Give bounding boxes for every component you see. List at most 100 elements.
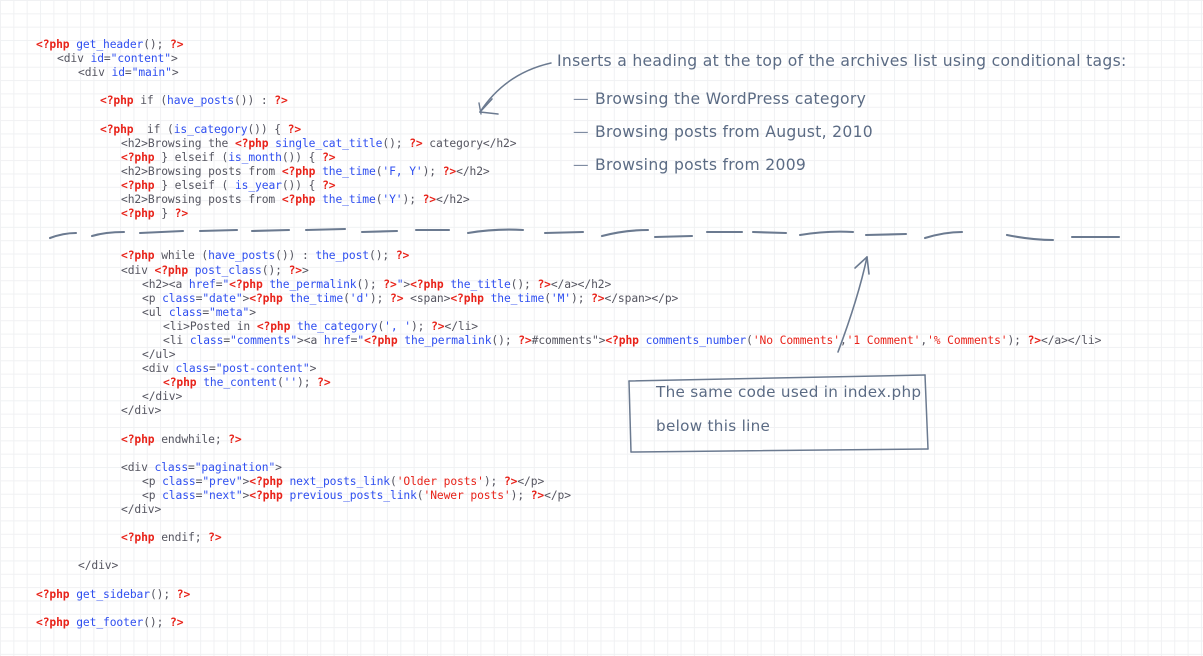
code-token: </p> <box>544 489 571 502</box>
code-token: <?php <box>234 136 269 150</box>
code-token: ><a <box>297 333 324 347</box>
code-token: (); <box>510 277 538 291</box>
code-token: class <box>189 333 224 347</box>
code-token: </h2> <box>436 193 470 207</box>
code-line: <?php while (have_posts()) : the_post();… <box>36 249 1101 263</box>
code-token: while ( <box>154 249 209 263</box>
code-token: ?> <box>395 249 410 263</box>
code-token: id <box>90 52 105 66</box>
code-token: ?> <box>287 122 302 136</box>
code-token: class <box>162 291 196 305</box>
code-token: href <box>188 277 216 291</box>
code-token: '' <box>283 376 298 390</box>
code-line: <p class="date"><?php the_time('d'); ?> … <box>36 292 1101 306</box>
code-token: <?php <box>121 531 155 545</box>
code-token: ?> <box>1027 333 1042 347</box>
code-token: ?> <box>503 474 518 488</box>
code-line: <h2>Browsing the <?php single_cat_title(… <box>36 137 1101 151</box>
code-token: the_category <box>297 319 378 333</box>
code-token: } elseif ( <box>154 178 235 192</box>
annotation-box-note-line-1: The same code used in index.php <box>656 383 922 401</box>
code-token: <h2> <box>121 193 148 207</box>
code-token: > <box>170 52 178 66</box>
code-token: <?php <box>249 474 283 488</box>
code-token: class <box>175 362 210 376</box>
code-token: ?> <box>422 193 437 207</box>
code-token: class <box>162 474 196 488</box>
code-line: <?php get_footer(); ?> <box>36 616 1101 630</box>
code-token: ); <box>402 193 423 207</box>
code-line: <h2><a href="<?php the_permalink(); ?>">… <box>36 278 1101 292</box>
code-token: <?php <box>281 164 316 178</box>
code-token: href <box>323 333 351 347</box>
code-token: ?> <box>274 94 288 108</box>
annotation-bullet-3: — Browsing posts from 2009 <box>573 156 806 174</box>
code-token: </div> <box>142 390 183 404</box>
code-line: <h2>Browsing posts from <?php the_time('… <box>36 193 1101 207</box>
code-token: ( <box>544 291 551 305</box>
code-token: the_time <box>322 164 376 178</box>
code-token: </li> <box>444 319 479 333</box>
code-token: comments_number <box>645 333 747 347</box>
code-token: "main" <box>131 66 172 80</box>
code-token: 'Newer posts' <box>423 489 511 502</box>
code-token: the_time <box>289 291 344 305</box>
code-token: next_posts_link <box>289 474 390 488</box>
code-line: </div> <box>36 390 1101 404</box>
code-token: have_posts <box>167 94 235 108</box>
code-token: the_time <box>490 291 545 305</box>
code-token: (); <box>382 136 410 150</box>
code-line: <div <?php post_class(); ?>> <box>36 264 1101 278</box>
code-token: <?php <box>364 333 398 347</box>
code-token: <?php <box>36 587 70 601</box>
code-token: <ul <box>142 305 169 319</box>
code-token: Browsing posts from <box>147 164 282 178</box>
code-token: <h2><a <box>142 277 189 291</box>
code-token: } <box>154 207 175 221</box>
code-token: 'F, Y' <box>382 164 423 178</box>
code-token: '1 Comment' <box>846 333 921 347</box>
code-token: class <box>162 489 196 502</box>
bullet-dash-icon: — <box>573 90 589 108</box>
code-token: <h2> <box>121 164 148 178</box>
code-token: ()) { <box>247 122 288 136</box>
code-token: ); <box>1007 333 1028 347</box>
code-token: > <box>309 362 317 376</box>
code-token: = <box>209 362 216 376</box>
code-token: is_category <box>173 122 248 136</box>
code-token: </span></p> <box>604 291 679 305</box>
code-token: > <box>301 263 309 277</box>
code-token: (); <box>369 249 396 263</box>
code-token: <div <box>78 66 112 80</box>
code-token: '% Comments' <box>927 333 1008 347</box>
code-line: <?php if (have_posts()) : ?> <box>36 94 1101 108</box>
code-token: ?> <box>409 136 423 150</box>
annotation-bullet-1: — Browsing the WordPress category <box>573 90 866 108</box>
code-token: ( <box>343 291 350 305</box>
code-token: ?> <box>208 531 222 545</box>
code-token: </a></li> <box>1041 333 1102 347</box>
code-token: <?php <box>36 38 70 51</box>
code-token: #comments"> <box>531 333 606 347</box>
code-token: <div <box>121 460 155 474</box>
code-token: ?> <box>317 376 331 390</box>
code-token: ?> <box>322 178 336 192</box>
code-token: ?> <box>537 277 551 291</box>
code-token: previous_posts_link <box>289 489 417 502</box>
code-token: </div> <box>121 503 162 517</box>
code-token: ); <box>297 376 318 390</box>
code-line: <?php the_content(''); ?> <box>36 376 1101 390</box>
bullet-dash-icon: — <box>573 123 589 141</box>
code-line: <div class="pagination"> <box>36 461 1101 475</box>
code-token: (); <box>261 263 289 277</box>
code-token: "content" <box>110 52 171 66</box>
code-token: > <box>171 66 179 80</box>
code-token: ()) : <box>234 94 275 108</box>
